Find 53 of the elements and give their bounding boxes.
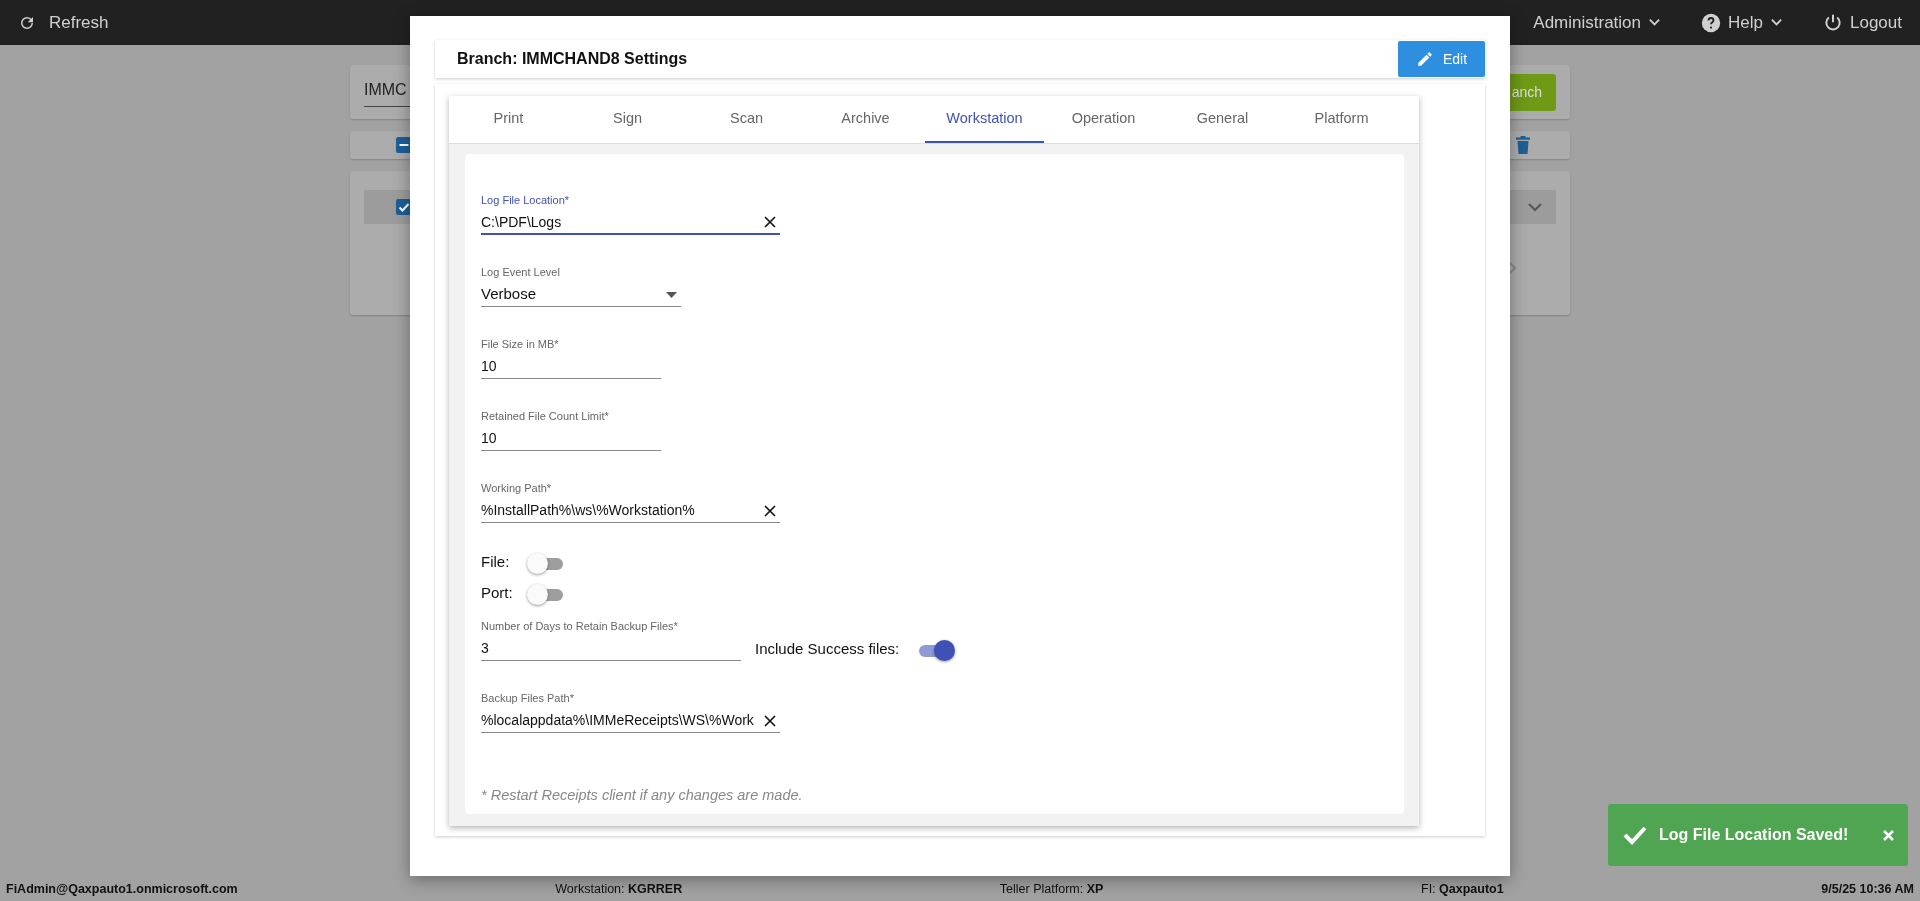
pencil-icon bbox=[1415, 50, 1434, 68]
status-text: Teller Platform: XP bbox=[999, 880, 1104, 898]
refresh-button[interactable]: Refresh bbox=[18, 9, 109, 36]
field-label: Backup Files Path* bbox=[481, 691, 574, 705]
dropdown-caret-icon bbox=[666, 291, 677, 298]
tab[interactable]: Sign bbox=[568, 96, 687, 143]
input-field[interactable]: C:\PDF\Logs bbox=[481, 211, 780, 235]
field-label: Retained File Count Limit* bbox=[481, 409, 609, 423]
toggle-switch[interactable] bbox=[527, 552, 565, 573]
menu-button[interactable]: Logout bbox=[1823, 9, 1902, 36]
toggle-label: File: bbox=[481, 552, 511, 573]
input-field[interactable]: 3 bbox=[481, 637, 741, 661]
caret-icon bbox=[1648, 16, 1662, 29]
status-text: FI: Qaxpauto1 bbox=[1421, 880, 1504, 898]
toast-message: Log File Location Saved! bbox=[1659, 825, 1849, 845]
toggle-switch[interactable] bbox=[527, 583, 565, 604]
input-field[interactable]: %InstallPath%\ws\%Workstation% bbox=[481, 499, 780, 523]
chevron-down-icon[interactable] bbox=[1528, 202, 1542, 212]
select-value: Verbose bbox=[481, 284, 538, 305]
tab[interactable]: Archive bbox=[806, 96, 925, 143]
field-label: File Size in MB* bbox=[481, 337, 559, 351]
help-icon bbox=[1701, 12, 1722, 33]
input-field[interactable]: %localappdata%\IMMeReceipts\WS\%Work bbox=[481, 709, 780, 733]
field-label: Log File Location* bbox=[481, 193, 570, 207]
toggle-label: Include Success files: bbox=[755, 639, 900, 660]
clear-icon[interactable] bbox=[764, 216, 776, 228]
tab[interactable]: Operation bbox=[1044, 96, 1163, 143]
check-icon bbox=[1623, 825, 1647, 845]
field-label: Number of Days to Retain Backup Files* bbox=[481, 619, 678, 633]
status-text: FiAdmin@Qaxpauto1.onmicrosoft.com bbox=[6, 880, 238, 898]
trash-icon[interactable] bbox=[1516, 136, 1530, 154]
caret-icon bbox=[1770, 16, 1783, 29]
tab[interactable]: Scan bbox=[687, 96, 806, 143]
input-field[interactable]: 10 bbox=[481, 427, 661, 451]
dialog-title: Branch: IMMCHAND8 Settings bbox=[457, 49, 688, 69]
clear-icon[interactable] bbox=[764, 714, 776, 727]
toggle-label: Port: bbox=[481, 583, 513, 604]
clear-icon[interactable] bbox=[764, 504, 776, 517]
select-field[interactable]: Verbose bbox=[481, 283, 681, 307]
tab[interactable]: Print bbox=[449, 96, 568, 143]
close-icon[interactable] bbox=[1883, 829, 1894, 841]
input-field[interactable]: 10 bbox=[481, 355, 661, 379]
menu-button[interactable]: Help bbox=[1701, 9, 1783, 36]
field-label: Working Path* bbox=[481, 481, 552, 495]
status-text: 9/5/25 10:36 AM bbox=[1821, 880, 1914, 898]
field-label: Log Event Level bbox=[481, 265, 560, 279]
status-text: Workstation: KGRRER bbox=[555, 880, 683, 898]
toggle-switch[interactable] bbox=[917, 639, 956, 660]
footnote-text: * Restart Receipts client if any changes are made. bbox=[481, 786, 804, 805]
power-icon bbox=[1823, 12, 1843, 33]
tab[interactable]: Platform bbox=[1282, 96, 1401, 143]
tab[interactable]: General bbox=[1163, 96, 1282, 143]
menu-button[interactable]: Administration bbox=[1533, 9, 1662, 36]
